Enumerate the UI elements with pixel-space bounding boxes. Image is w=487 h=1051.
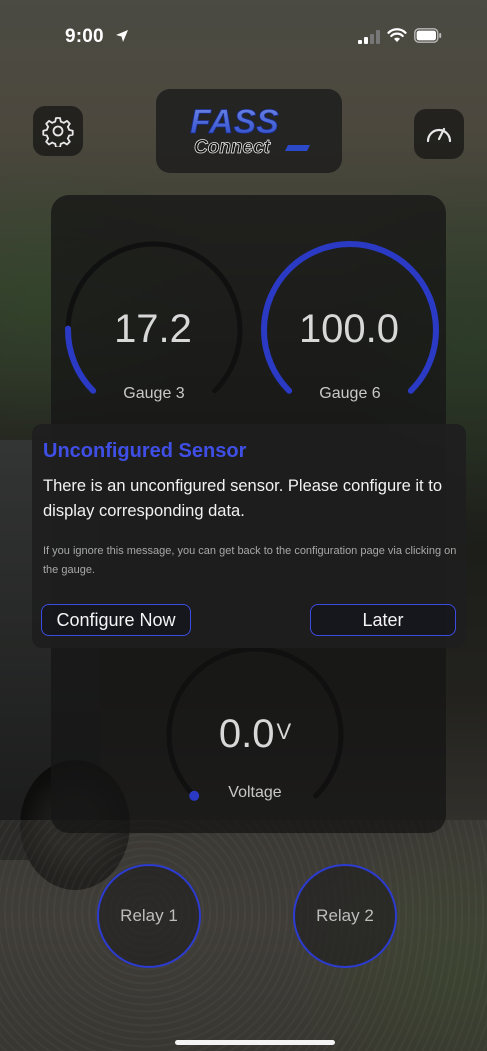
home-indicator — [175, 1040, 335, 1045]
gauge-value: 0.0V — [218, 712, 292, 756]
alert-title: Unconfigured Sensor — [43, 440, 247, 462]
gear-icon — [42, 117, 74, 147]
location-arrow-icon — [116, 30, 128, 42]
gauge-label: Gauge 6 — [319, 385, 381, 402]
later-button[interactable]: Later — [310, 604, 456, 636]
wifi-icon — [387, 28, 407, 42]
cellular-signal-icon — [358, 30, 380, 44]
relay-2-button[interactable]: Relay 2 — [293, 864, 397, 968]
gauge-6[interactable]: 100.0 Gauge 6 — [255, 235, 445, 425]
gauge-label: Voltage — [228, 784, 282, 801]
configure-now-button[interactable]: Configure Now — [41, 604, 191, 636]
unconfigured-sensor-alert: Unconfigured Sensor There is an unconfig… — [32, 424, 466, 648]
gauge-voltage[interactable]: 0.0V Voltage — [160, 640, 350, 830]
fass-connect-logo: FASS Connect — [156, 89, 342, 173]
gauge-value: 17.2 — [114, 307, 192, 351]
alert-message: There is an unconfigured sensor. Please … — [43, 477, 442, 520]
battery-icon — [414, 28, 442, 43]
relay-1-button[interactable]: Relay 1 — [97, 864, 201, 968]
gauge-value: 100.0 — [298, 307, 400, 351]
logo-sub-text: Connect — [194, 137, 271, 158]
logo-brand-text: FASS — [190, 103, 279, 141]
status-time: 9:00 — [65, 26, 104, 47]
gauges-button[interactable] — [414, 109, 464, 159]
settings-button[interactable] — [33, 106, 83, 156]
alert-note: If you ignore this message, you can get … — [43, 545, 457, 576]
gauge-3[interactable]: 17.2 Gauge 3 — [59, 235, 249, 425]
speedometer-icon — [426, 127, 452, 143]
status-bar: 9:00 — [0, 0, 487, 70]
gauge-label: Gauge 3 — [123, 385, 185, 402]
